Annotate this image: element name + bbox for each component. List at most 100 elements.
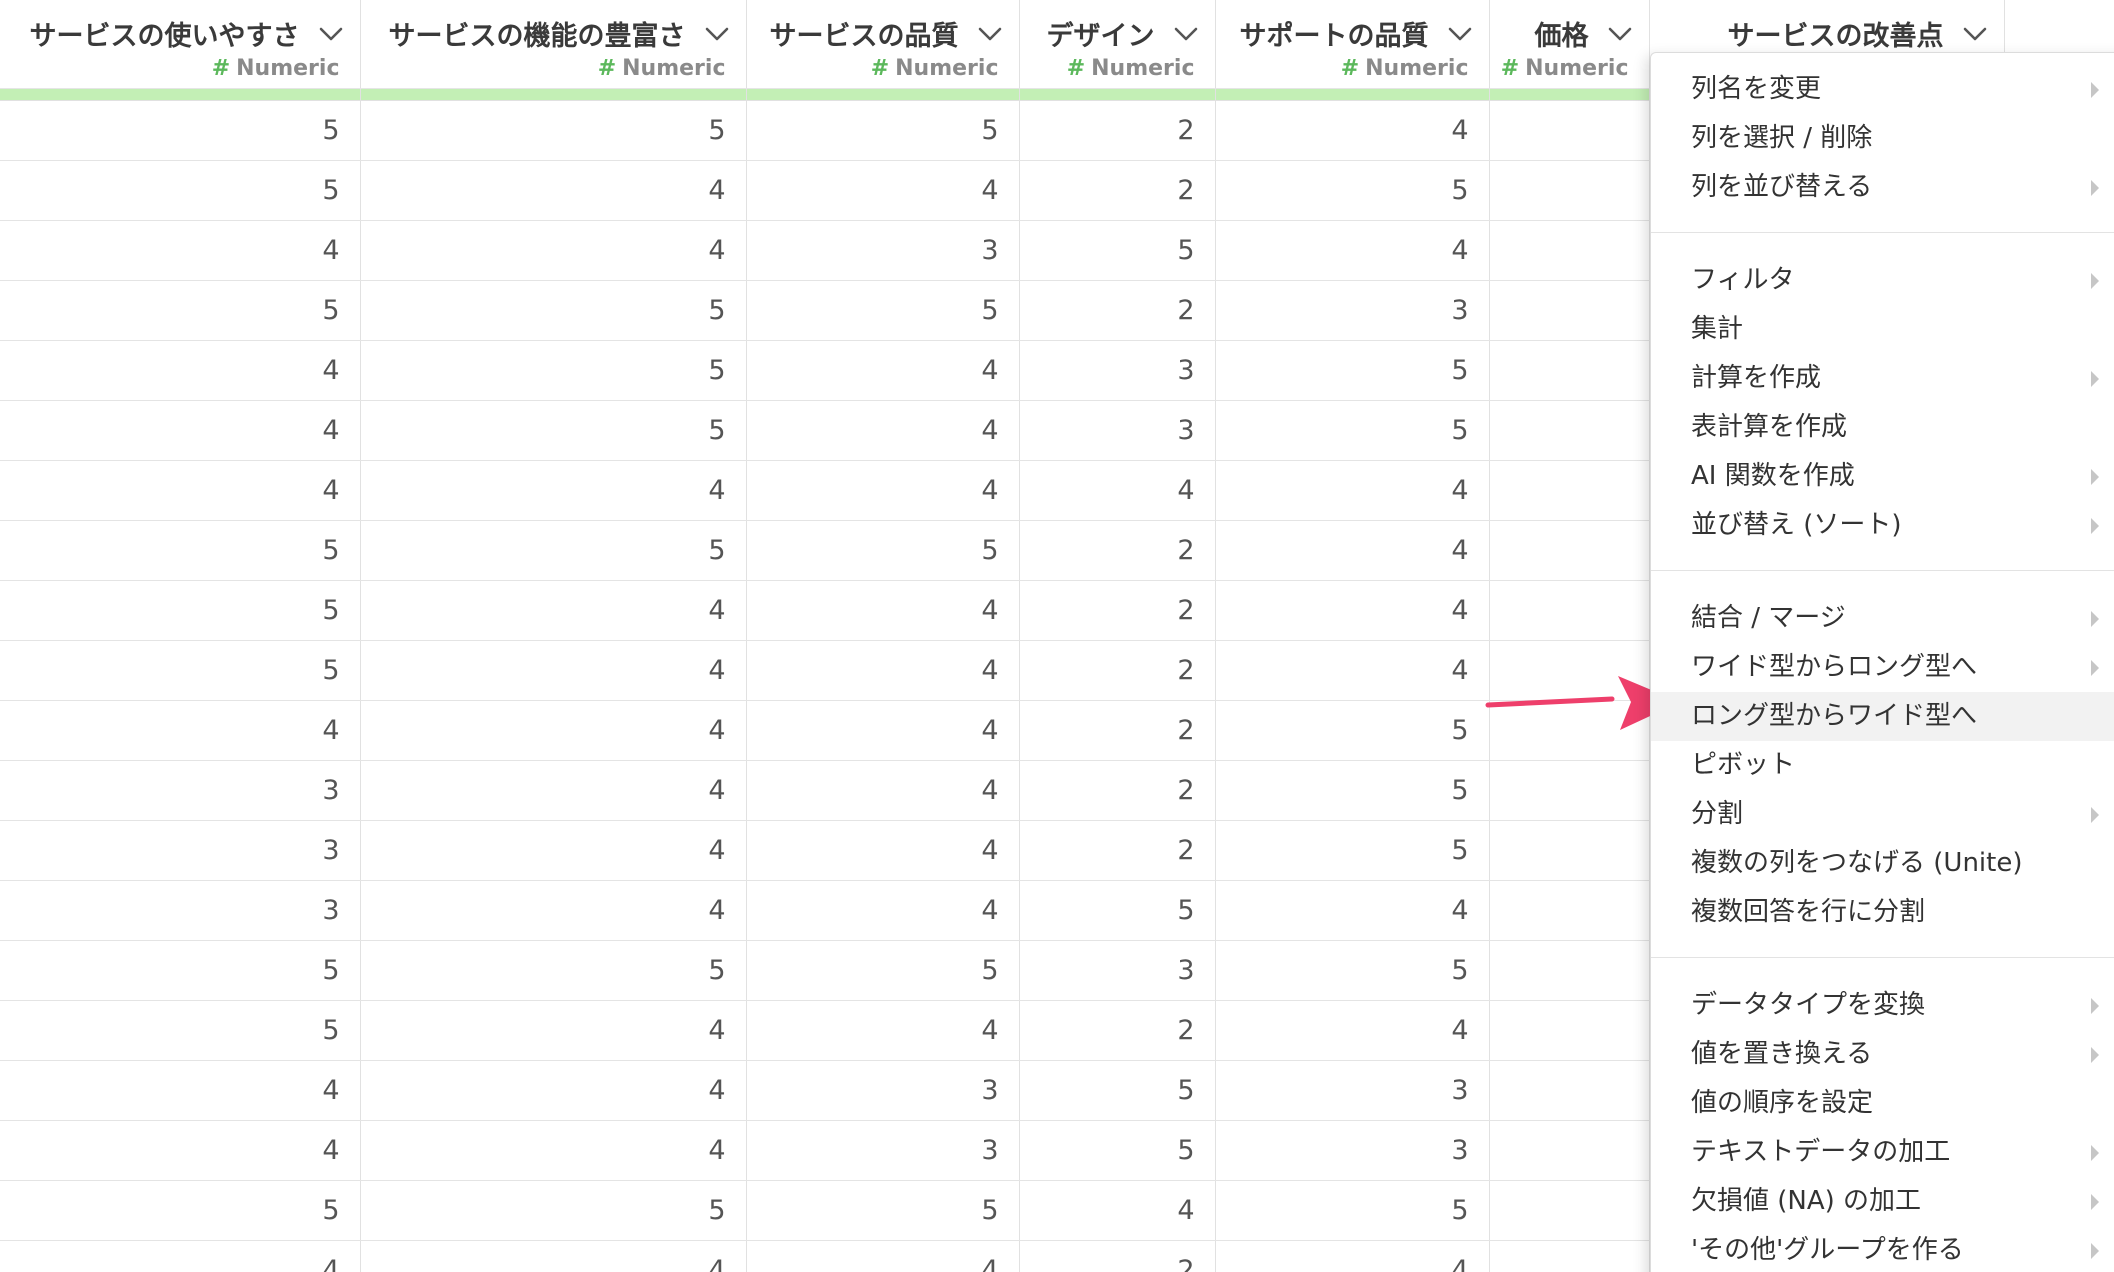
table-cell[interactable]: 5: [360, 940, 747, 1001]
table-cell[interactable]: 4: [1019, 460, 1216, 521]
table-cell[interactable]: [1489, 100, 1650, 161]
table-cell[interactable]: 3: [746, 1120, 1020, 1181]
menu-item[interactable]: 列名を変更: [1651, 65, 2114, 114]
table-cell[interactable]: 5: [746, 280, 1020, 341]
table-cell[interactable]: [1489, 1060, 1650, 1121]
table-cell[interactable]: 4: [0, 1120, 361, 1181]
table-cell[interactable]: 5: [1215, 700, 1490, 761]
table-cell[interactable]: 4: [0, 700, 361, 761]
table-cell[interactable]: 5: [0, 520, 361, 581]
table-cell[interactable]: 4: [746, 400, 1020, 461]
table-cell[interactable]: 4: [360, 700, 747, 761]
table-cell[interactable]: 4: [0, 340, 361, 401]
menu-item[interactable]: 分割: [1651, 790, 2114, 839]
chevron-down-icon[interactable]: [1962, 26, 1988, 42]
table-cell[interactable]: 3: [0, 760, 361, 821]
table-cell[interactable]: 4: [1215, 640, 1490, 701]
table-cell[interactable]: [1489, 820, 1650, 881]
table-cell[interactable]: [1489, 520, 1650, 581]
table-cell[interactable]: 5: [746, 100, 1020, 161]
table-cell[interactable]: 2: [1019, 580, 1216, 641]
table-cell[interactable]: 4: [746, 700, 1020, 761]
menu-item[interactable]: 集計: [1651, 305, 2114, 354]
menu-item[interactable]: 結合 / マージ: [1651, 594, 2114, 643]
table-cell[interactable]: [1489, 220, 1650, 281]
table-cell[interactable]: 4: [0, 1240, 361, 1272]
table-cell[interactable]: 5: [360, 520, 747, 581]
table-cell[interactable]: 4: [360, 1240, 747, 1272]
table-cell[interactable]: 4: [360, 880, 747, 941]
table-cell[interactable]: 4: [360, 1120, 747, 1181]
table-cell[interactable]: 4: [746, 580, 1020, 641]
column-header[interactable]: サービスの使いやすさ # Numeric: [0, 0, 361, 89]
table-cell[interactable]: 5: [0, 940, 361, 1001]
table-cell[interactable]: 5: [1215, 160, 1490, 221]
column-header-cell[interactable]: サービスの機能の豊富さ # Numeric: [361, 0, 746, 88]
table-cell[interactable]: 4: [746, 1000, 1020, 1061]
menu-item[interactable]: 列を並び替える: [1651, 163, 2114, 212]
table-cell[interactable]: 5: [1019, 1120, 1216, 1181]
table-cell[interactable]: 4: [360, 760, 747, 821]
table-cell[interactable]: 4: [360, 580, 747, 641]
table-cell[interactable]: [1489, 760, 1650, 821]
table-cell[interactable]: 5: [0, 160, 361, 221]
table-cell[interactable]: 5: [1019, 220, 1216, 281]
table-cell[interactable]: 5: [0, 580, 361, 641]
table-cell[interactable]: 3: [1215, 280, 1490, 341]
table-cell[interactable]: 4: [1019, 1180, 1216, 1241]
table-cell[interactable]: 4: [746, 340, 1020, 401]
table-cell[interactable]: [1489, 1120, 1650, 1181]
table-cell[interactable]: [1489, 160, 1650, 221]
menu-item[interactable]: 値を置き換える: [1651, 1030, 2114, 1079]
column-header[interactable]: 価格 # Numeric: [1489, 0, 1650, 89]
menu-item[interactable]: 欠損値 (NA) の加工: [1651, 1177, 2114, 1226]
table-cell[interactable]: [1489, 940, 1650, 1001]
table-cell[interactable]: 2: [1019, 280, 1216, 341]
table-cell[interactable]: 4: [360, 640, 747, 701]
table-cell[interactable]: 2: [1019, 1000, 1216, 1061]
table-cell[interactable]: 3: [0, 880, 361, 941]
table-cell[interactable]: 5: [746, 520, 1020, 581]
table-cell[interactable]: 3: [746, 1060, 1020, 1121]
table-cell[interactable]: 3: [1019, 340, 1216, 401]
table-cell[interactable]: 5: [0, 640, 361, 701]
table-cell[interactable]: 4: [1215, 220, 1490, 281]
table-cell[interactable]: 4: [1215, 580, 1490, 641]
menu-item[interactable]: 複数回答を行に分割: [1651, 888, 2114, 937]
column-header[interactable]: サービスの機能の豊富さ # Numeric: [360, 0, 747, 89]
table-cell[interactable]: [1489, 460, 1650, 521]
table-cell[interactable]: [1489, 880, 1650, 941]
table-cell[interactable]: 4: [360, 220, 747, 281]
table-cell[interactable]: 4: [746, 1240, 1020, 1272]
table-cell[interactable]: 5: [360, 340, 747, 401]
table-cell[interactable]: [1489, 400, 1650, 461]
table-cell[interactable]: 5: [746, 940, 1020, 1001]
chevron-down-icon[interactable]: [1173, 26, 1199, 42]
table-cell[interactable]: 4: [360, 460, 747, 521]
table-cell[interactable]: 2: [1019, 1240, 1216, 1272]
column-header-cell[interactable]: サービスの使いやすさ # Numeric: [0, 0, 360, 88]
table-cell[interactable]: 5: [360, 280, 747, 341]
table-cell[interactable]: 5: [360, 1180, 747, 1241]
table-cell[interactable]: 3: [746, 220, 1020, 281]
table-cell[interactable]: 3: [1215, 1120, 1490, 1181]
menu-item[interactable]: ワイド型からロング型へ: [1651, 643, 2114, 692]
table-cell[interactable]: 2: [1019, 640, 1216, 701]
table-cell[interactable]: [1489, 700, 1650, 761]
column-header[interactable]: サポートの品質 # Numeric: [1215, 0, 1490, 89]
chevron-down-icon[interactable]: [977, 26, 1003, 42]
table-cell[interactable]: 2: [1019, 820, 1216, 881]
table-cell[interactable]: 4: [0, 460, 361, 521]
table-cell[interactable]: 4: [0, 220, 361, 281]
menu-item[interactable]: ロング型からワイド型へ: [1651, 692, 2114, 741]
table-cell[interactable]: 5: [360, 400, 747, 461]
table-cell[interactable]: 5: [0, 1000, 361, 1061]
table-cell[interactable]: 5: [1019, 880, 1216, 941]
menu-item[interactable]: テキストデータの加工: [1651, 1128, 2114, 1177]
menu-item[interactable]: データタイプを変換: [1651, 981, 2114, 1030]
table-cell[interactable]: 2: [1019, 520, 1216, 581]
table-cell[interactable]: 5: [1215, 1180, 1490, 1241]
table-cell[interactable]: 5: [1019, 1060, 1216, 1121]
table-cell[interactable]: 4: [360, 820, 747, 881]
table-cell[interactable]: 4: [0, 1060, 361, 1121]
